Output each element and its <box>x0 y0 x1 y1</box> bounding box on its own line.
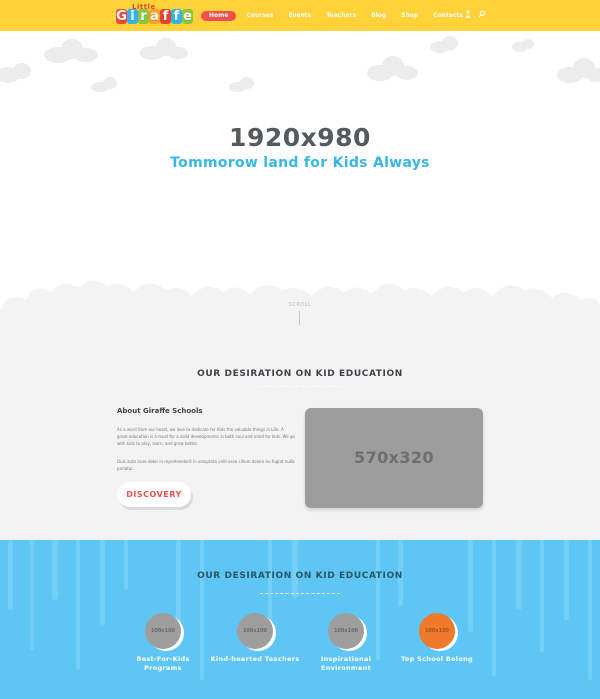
feature-item: 100x100 Top School Belong <box>392 613 482 664</box>
feature-item: 100x100 Inspirational Environment <box>301 613 391 673</box>
logo-letter: f <box>160 9 171 24</box>
about-title: About Giraffe Schools <box>117 407 203 415</box>
about-paragraph-1: As a word from our heart, we love to ded… <box>117 427 295 446</box>
about-section-heading: OUR DESIRATION ON KID EDUCATION <box>197 369 403 379</box>
feature-item: 100x100 Kind-hearted Teachers <box>210 613 300 664</box>
site-logo[interactable]: Little G i r a f f e <box>116 3 193 29</box>
site-header: Little G i r a f f e Home Courses Events… <box>0 0 600 31</box>
feature-image-placeholder: 100x100 <box>237 613 273 649</box>
feature-label: Kind-hearted Teachers <box>210 655 300 663</box>
logo-letter: G <box>116 9 127 24</box>
discovery-button[interactable]: DISCOVERY <box>117 482 191 507</box>
heading-divider <box>260 386 340 387</box>
logo-letter: r <box>138 9 149 24</box>
logo-letter: f <box>171 9 182 24</box>
feature-image-placeholder: 100x100 <box>145 613 181 649</box>
feature-item: 100x100 Best-For-Kids Programs <box>118 613 208 673</box>
search-icon[interactable] <box>478 10 486 18</box>
about-section: OUR DESIRATION ON KID EDUCATION About Gi… <box>0 340 600 540</box>
nav-item-contacts[interactable]: Contacts <box>433 11 463 21</box>
nav-item-events[interactable]: Events <box>288 11 311 21</box>
header-icons <box>465 10 486 18</box>
heading-divider <box>260 593 340 594</box>
nav-item-home[interactable]: Home <box>201 11 237 21</box>
user-icon[interactable] <box>465 10 471 18</box>
hero-banner: 1920x980 Tommorow land for Kids Always S… <box>0 31 600 340</box>
nav-item-shop[interactable]: Shop <box>401 11 418 21</box>
decorative-drip-pattern <box>8 540 592 680</box>
hero-image-size: 1920x980 <box>229 123 371 152</box>
feature-label: Top School Belong <box>401 655 473 663</box>
feature-image-placeholder: 100x100 <box>328 613 364 649</box>
features-section: OUR DESIRATION ON KID EDUCATION 100x100 … <box>0 540 600 699</box>
logo-letter: e <box>182 9 193 24</box>
decorative-clouds-top <box>0 36 600 92</box>
feature-image-placeholder: 100x100 <box>419 613 455 649</box>
logo-letter: a <box>149 9 160 24</box>
features-section-heading: OUR DESIRATION ON KID EDUCATION <box>197 571 403 581</box>
about-image-placeholder: 570x320 <box>305 408 483 508</box>
scroll-label[interactable]: SCROLL <box>0 302 600 308</box>
about-paragraph-2: Duis aute irure dolor in reprehenderit i… <box>117 459 295 471</box>
scroll-arrow-icon[interactable] <box>299 311 300 325</box>
feature-label: Best-For-Kids Programs <box>136 655 190 672</box>
feature-label: Inspirational Environment <box>320 655 372 672</box>
nav-item-teachers[interactable]: Teachers <box>326 11 356 21</box>
logo-giraffe-text: G i r a f f e <box>116 9 193 24</box>
main-nav: Home Courses Events Teachers Blog Shop C… <box>201 11 478 21</box>
hero-tagline: Tommorow land for Kids Always <box>170 155 430 171</box>
nav-item-blog[interactable]: Blog <box>371 11 386 21</box>
nav-item-courses[interactable]: Courses <box>246 11 273 21</box>
logo-letter: i <box>127 9 138 24</box>
